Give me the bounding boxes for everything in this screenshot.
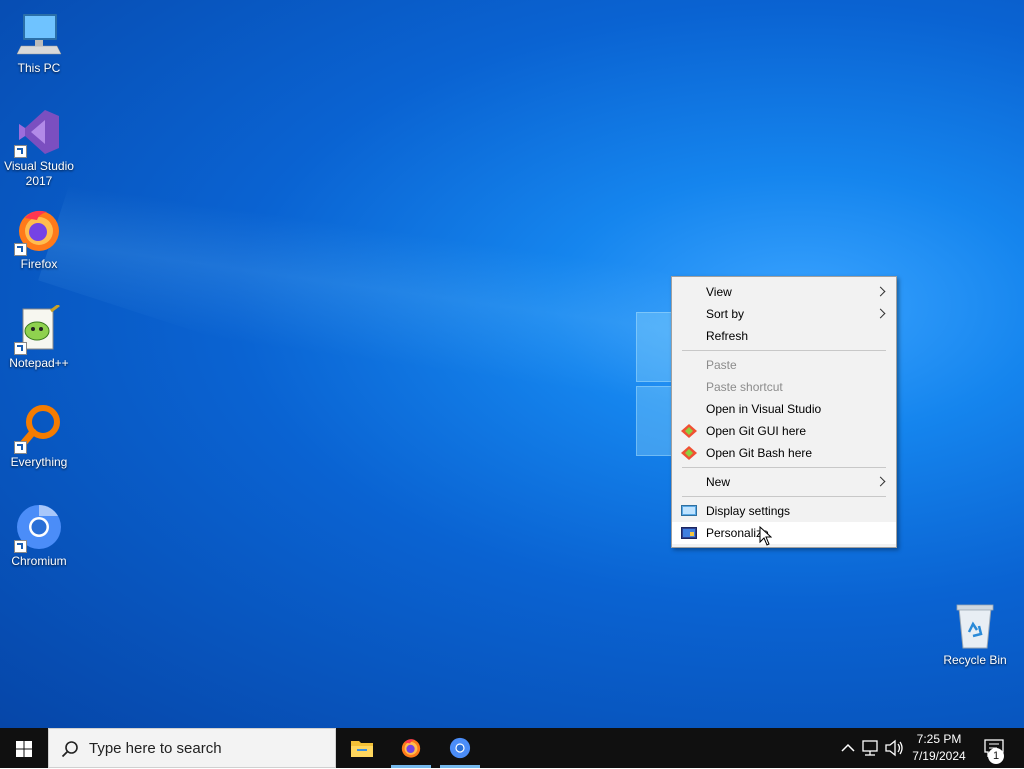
git-icon <box>681 446 697 460</box>
shortcut-arrow-icon <box>14 342 27 355</box>
taskbar-file-explorer[interactable] <box>338 728 386 768</box>
menu-item-label: Paste shortcut <box>706 380 783 394</box>
desktop-icon-visual-studio[interactable]: Visual Studio 2017 <box>1 108 77 189</box>
menu-item-label: New <box>706 475 731 489</box>
desktop-icon-firefox[interactable]: Firefox <box>1 206 77 272</box>
menu-item-open-git-bash[interactable]: Open Git Bash here <box>672 442 896 464</box>
taskbar-chromium[interactable] <box>436 728 484 768</box>
menu-item-sort-by[interactable]: Sort by <box>672 303 896 325</box>
chevron-right-icon <box>875 308 886 319</box>
desktop-icon-label: This PC <box>17 61 61 75</box>
menu-separator <box>682 467 886 468</box>
menu-item-label: Open in Visual Studio <box>706 402 822 416</box>
menu-item-label: Display settings <box>706 504 791 518</box>
clock-date: 7/19/2024 <box>912 749 966 763</box>
taskbar: Type here to search 7:25 PM 7/19/2024 1 <box>0 728 1024 768</box>
menu-item-label: Open Git GUI here <box>706 424 807 438</box>
recycle-bin-icon <box>951 602 999 650</box>
git-icon <box>681 424 697 438</box>
chevron-right-icon <box>875 286 886 297</box>
firefox-icon <box>401 739 421 758</box>
taskbar-firefox[interactable] <box>387 728 435 768</box>
desktop-icon-everything[interactable]: Everything <box>1 404 77 470</box>
search-placeholder: Type here to search <box>89 740 222 757</box>
menu-item-label: Open Git Bash here <box>706 446 813 460</box>
desktop-icon-notepadpp[interactable]: Notepad++ <box>1 303 77 371</box>
shortcut-arrow-icon <box>14 540 27 553</box>
desktop-icon-label: Chromium <box>11 554 67 568</box>
show-hidden-icons-chevron-up-icon[interactable] <box>838 738 858 758</box>
menu-item-view[interactable]: View <box>672 281 896 303</box>
shortcut-arrow-icon <box>14 243 27 256</box>
menu-item-label: Sort by <box>706 307 745 321</box>
personalize-icon <box>681 527 697 539</box>
notepadpp-icon <box>14 303 63 355</box>
chromium-icon <box>449 737 471 759</box>
desktop-icon-label: Notepad++ <box>9 356 69 370</box>
menu-item-label: Paste <box>706 358 737 372</box>
menu-item-paste-shortcut: Paste shortcut <box>672 376 896 398</box>
taskbar-clock[interactable]: 7:25 PM 7/19/2024 <box>900 731 978 765</box>
shortcut-arrow-icon <box>14 145 27 158</box>
menu-separator <box>682 350 886 351</box>
desktop-icon-label: Everything <box>10 455 68 469</box>
computer-icon <box>15 10 63 58</box>
network-icon[interactable] <box>861 738 881 758</box>
menu-item-refresh[interactable]: Refresh <box>672 325 896 347</box>
desktop[interactable]: This PC Visual Studio 2017 Firefox Notep… <box>0 0 1024 728</box>
desktop-icon-chromium[interactable]: Chromium <box>1 503 77 569</box>
everything-search-icon <box>14 404 63 454</box>
menu-separator <box>682 496 886 497</box>
desktop-icon-this-pc[interactable]: This PC <box>1 10 77 76</box>
firefox-icon <box>14 206 63 256</box>
search-icon <box>61 741 78 758</box>
windows-logo-icon <box>16 741 32 757</box>
start-button[interactable] <box>0 728 48 768</box>
menu-item-open-git-gui[interactable]: Open Git GUI here <box>672 420 896 442</box>
menu-item-new[interactable]: New <box>672 471 896 493</box>
mouse-cursor-icon <box>759 526 772 546</box>
menu-item-personalize[interactable]: Personalize <box>672 522 896 544</box>
desktop-context-menu: View Sort by Refresh Paste Paste shortcu… <box>671 276 897 548</box>
desktop-icon-label: Firefox <box>20 257 58 271</box>
shortcut-arrow-icon <box>14 441 27 454</box>
file-explorer-icon <box>351 741 373 757</box>
menu-item-label: View <box>706 285 732 299</box>
chevron-right-icon <box>875 476 886 487</box>
menu-item-display-settings[interactable]: Display settings <box>672 500 896 522</box>
desktop-icon-label: Visual Studio 2017 <box>4 159 74 188</box>
desktop-icon-recycle-bin[interactable]: Recycle Bin <box>937 602 1013 668</box>
notification-count-badge: 1 <box>988 748 1004 764</box>
desktop-icon-label: Recycle Bin <box>943 653 1007 667</box>
menu-item-open-in-visual-studio[interactable]: Open in Visual Studio <box>672 398 896 420</box>
menu-item-paste: Paste <box>672 354 896 376</box>
clock-time: 7:25 PM <box>916 732 962 746</box>
menu-item-label: Refresh <box>706 329 749 343</box>
chromium-icon <box>14 503 63 553</box>
visual-studio-icon <box>14 108 63 158</box>
display-icon <box>681 505 697 516</box>
taskbar-search-box[interactable]: Type here to search <box>48 728 336 768</box>
